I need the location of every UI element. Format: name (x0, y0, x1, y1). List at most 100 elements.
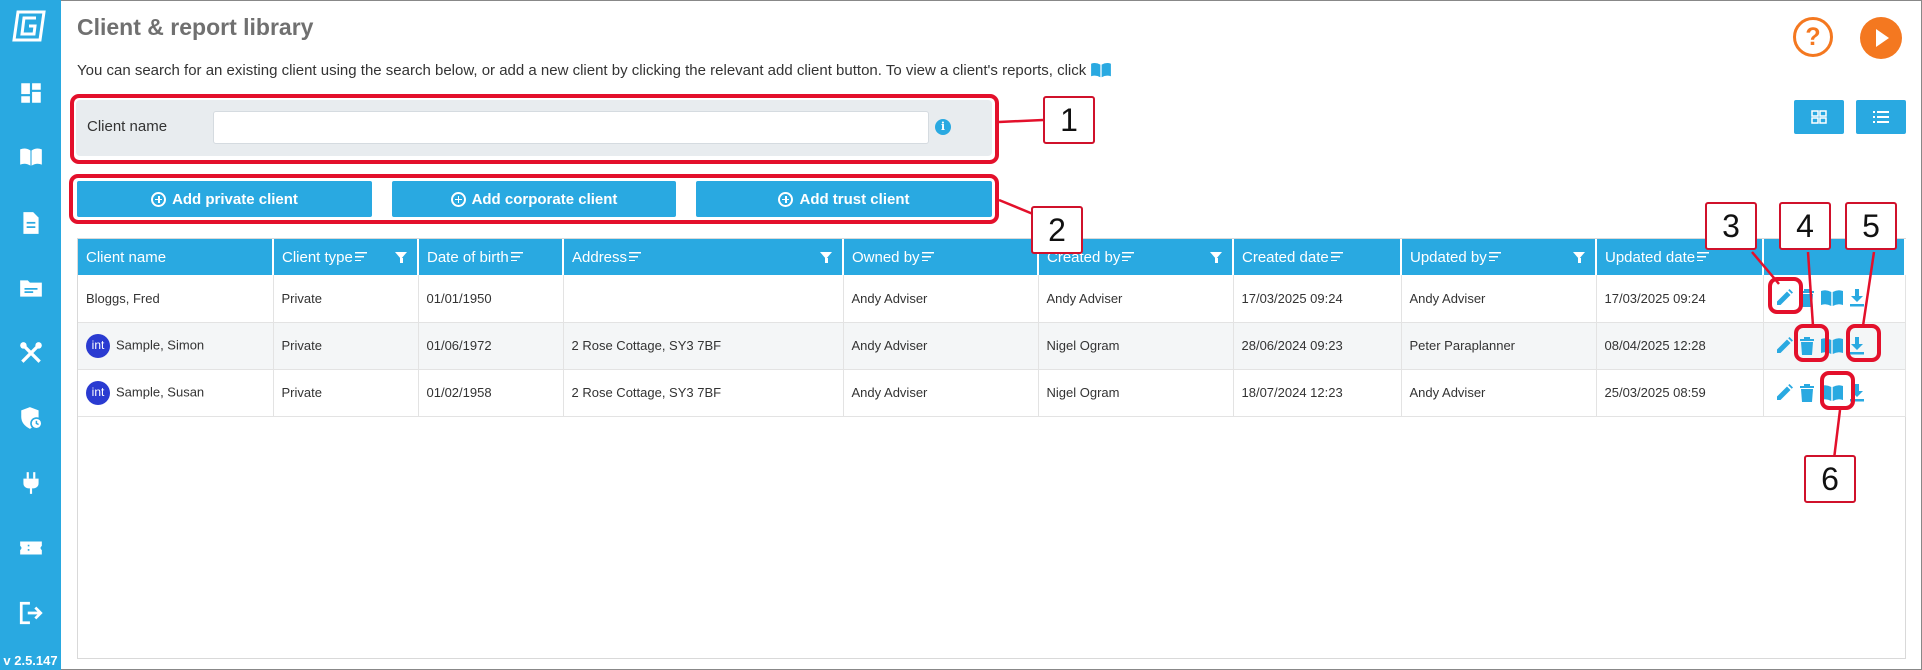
delete-trash-icon[interactable] (1798, 383, 1816, 403)
column-header-client-name[interactable]: Client name (78, 239, 274, 275)
sort-icon[interactable] (1488, 251, 1501, 261)
list-icon (1873, 111, 1889, 123)
cell-created-date: 17/03/2025 09:24 (1233, 275, 1402, 322)
annotation-box-download (1846, 324, 1881, 362)
annotation-box-edit (1768, 277, 1803, 314)
cell-owned-by: Andy Adviser (843, 275, 1039, 322)
cell-owned-by: Andy Adviser (843, 322, 1039, 369)
cell-created-date: 28/06/2024 09:23 (1233, 322, 1402, 369)
filter-icon[interactable] (395, 252, 407, 263)
cell-client-type: Private (273, 275, 419, 322)
dashboard-icon[interactable] (18, 80, 44, 106)
cell-address: 2 Rose Cottage, SY3 7BF (563, 322, 844, 369)
column-header-label: Owned by (852, 248, 920, 266)
cell-client-name[interactable]: int Sample, Simon (78, 322, 274, 369)
cell-created-by: Andy Adviser (1038, 275, 1234, 322)
cell-date-of-birth: 01/06/1972 (418, 322, 564, 369)
table-row[interactable]: int Sample, Simon Private 01/06/1972 2 Ro… (78, 322, 1906, 369)
table-row[interactable]: Bloggs, Fred Private 01/01/1950 Andy Adv… (78, 275, 1906, 322)
grid-icon (1811, 110, 1827, 124)
cell-address: 2 Rose Cottage, SY3 7BF (563, 369, 844, 416)
sort-icon[interactable] (921, 251, 934, 261)
cell-created-date: 18/07/2024 12:23 (1233, 369, 1402, 416)
sort-icon[interactable] (1122, 251, 1135, 261)
column-header-created-date[interactable]: Created date (1233, 239, 1402, 275)
callout-5: 5 (1845, 202, 1897, 250)
callout-4: 4 (1779, 202, 1831, 250)
table-row[interactable]: int Sample, Susan Private 01/02/1958 2 Ro… (78, 369, 1906, 416)
client-name: Sample, Simon (116, 336, 205, 352)
page-title: Client & report library (77, 14, 314, 40)
app-logo[interactable] (12, 8, 48, 44)
column-header-label: Updated by (1410, 248, 1487, 266)
client-name: Bloggs, Fred (86, 290, 160, 306)
sort-icon[interactable] (1697, 251, 1710, 261)
annotation-box-reports (1820, 371, 1855, 410)
cell-date-of-birth: 01/01/1950 (418, 275, 564, 322)
view-reports-book-icon[interactable] (1820, 288, 1844, 308)
column-header-label: Date of birth (427, 248, 509, 266)
client-table: Client name Client type Date of birth Ad… (77, 238, 1906, 659)
play-icon (1876, 29, 1889, 47)
cell-updated-date: 25/03/2025 08:59 (1596, 369, 1764, 416)
grid-view-button[interactable] (1794, 100, 1844, 134)
ticket-icon[interactable] (18, 535, 44, 561)
book-open-icon (1091, 62, 1112, 78)
shield-clock-icon[interactable] (18, 405, 44, 431)
cell-client-type: Private (273, 322, 419, 369)
column-header-owned-by[interactable]: Owned by (843, 239, 1039, 275)
annotation-box-delete (1794, 324, 1829, 362)
int-badge: int (86, 380, 110, 405)
filter-icon[interactable] (1573, 252, 1585, 263)
cell-owned-by: Andy Adviser (843, 369, 1039, 416)
callout-1: 1 (1043, 96, 1095, 144)
sidebar: v 2.5.147 (0, 0, 61, 670)
column-header-label: Client type (282, 248, 353, 266)
intro-text: You can search for an existing client us… (77, 61, 1112, 79)
column-header-address[interactable]: Address (563, 239, 844, 275)
book-open-icon[interactable] (18, 144, 44, 170)
plug-icon[interactable] (18, 470, 44, 496)
logout-icon[interactable] (18, 600, 44, 626)
column-header-label: Address (572, 248, 628, 266)
sort-icon[interactable] (510, 251, 523, 261)
filter-icon[interactable] (820, 252, 832, 263)
column-header-client-type[interactable]: Client type (273, 239, 419, 275)
cell-client-name[interactable]: Bloggs, Fred (78, 275, 274, 322)
sort-icon[interactable] (354, 251, 367, 261)
callout-6: 6 (1804, 455, 1856, 503)
column-header-label: Client name (86, 248, 167, 266)
column-header-label: Created date (1242, 248, 1329, 266)
folder-icon[interactable] (18, 275, 44, 301)
version-label: v 2.5.147 (3, 653, 58, 668)
cell-updated-date: 08/04/2025 12:28 (1596, 322, 1764, 369)
cell-created-by: Nigel Ogram (1038, 369, 1234, 416)
annotation-box-search (70, 94, 999, 164)
list-view-button[interactable] (1856, 100, 1906, 134)
help-button[interactable]: ? (1793, 17, 1833, 57)
cell-updated-date: 17/03/2025 09:24 (1596, 275, 1764, 322)
annotation-box-add-buttons (69, 174, 999, 224)
document-icon[interactable] (18, 210, 44, 236)
sort-icon[interactable] (1330, 251, 1343, 261)
play-tutorial-button[interactable] (1860, 17, 1902, 59)
client-name: Sample, Susan (116, 383, 205, 399)
edit-pencil-icon[interactable] (1774, 383, 1794, 403)
callout-2: 2 (1031, 206, 1083, 254)
table-header-row: Client name Client type Date of birth Ad… (78, 239, 1906, 275)
cell-created-by: Nigel Ogram (1038, 322, 1234, 369)
sort-icon[interactable] (629, 251, 642, 261)
column-header-date-of-birth[interactable]: Date of birth (418, 239, 564, 275)
column-header-updated-by[interactable]: Updated by (1401, 239, 1597, 275)
filter-icon[interactable] (1210, 252, 1222, 263)
tools-icon[interactable] (18, 340, 44, 366)
question-mark-icon: ? (1805, 23, 1821, 51)
cell-address (563, 275, 844, 322)
cell-client-name[interactable]: int Sample, Susan (78, 369, 274, 416)
download-icon[interactable] (1848, 288, 1866, 308)
column-header-label: Updated date (1605, 248, 1696, 266)
cell-date-of-birth: 01/02/1958 (418, 369, 564, 416)
cell-updated-by: Peter Paraplanner (1401, 322, 1597, 369)
edit-pencil-icon[interactable] (1774, 336, 1794, 356)
intro-label: You can search for an existing client us… (77, 62, 1087, 79)
